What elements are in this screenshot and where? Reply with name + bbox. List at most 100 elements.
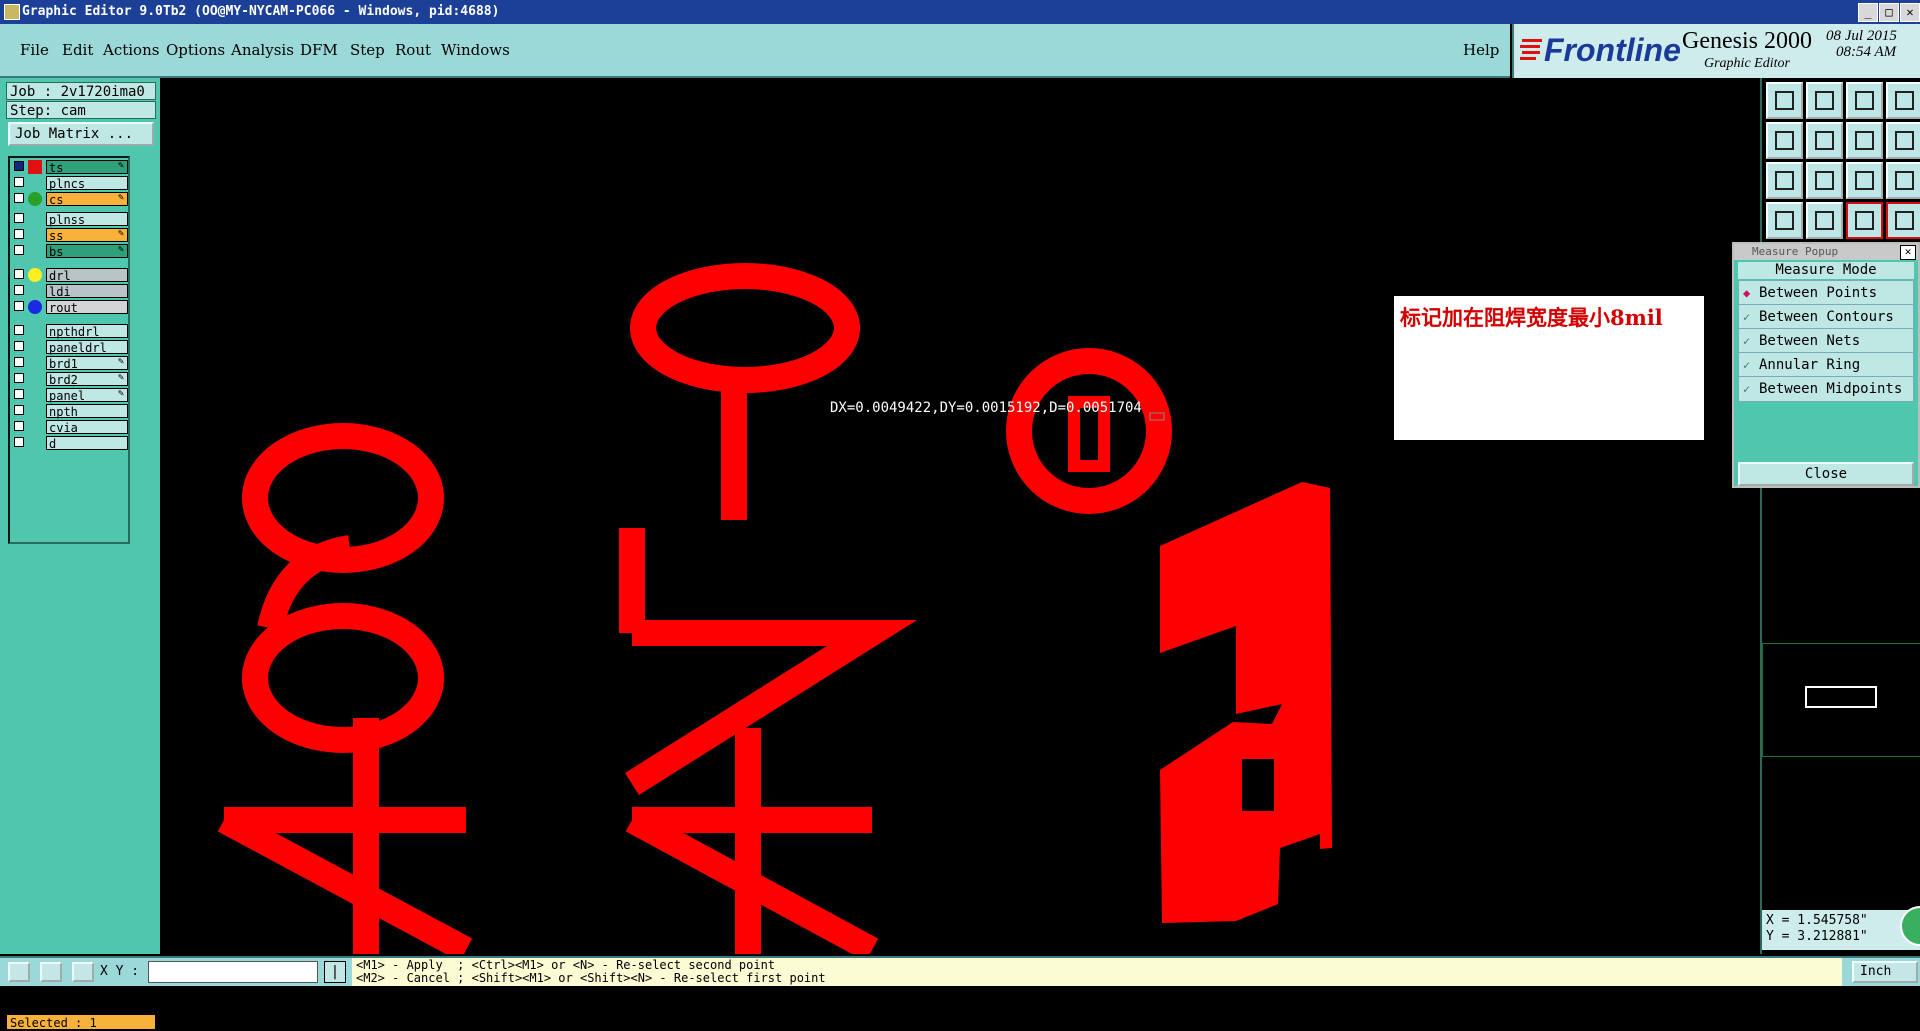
layer-row-plnss[interactable]: plnss (12, 212, 128, 227)
layer-name[interactable]: rout (46, 300, 128, 315)
layer-name[interactable]: ldi (46, 284, 128, 299)
popup-close-button[interactable]: Close (1738, 462, 1914, 486)
home-icon[interactable] (1846, 82, 1883, 119)
menu-step[interactable]: Step (350, 41, 385, 59)
layer-row-ts[interactable]: ts ✎ (12, 160, 128, 175)
layer-name[interactable]: bs (46, 244, 128, 259)
layer-checkbox[interactable] (14, 229, 24, 239)
layer-row-ldi[interactable]: ldi (12, 284, 128, 299)
layer-checkbox[interactable] (14, 357, 24, 367)
layer-name[interactable]: plncs (46, 176, 128, 191)
layer-checkbox[interactable] (14, 389, 24, 399)
job-matrix-button[interactable]: Job Matrix ... (8, 122, 154, 146)
measure-option-between-midpoints[interactable]: ✓ Between Midpoints (1738, 376, 1914, 402)
layers-red-icon[interactable] (1846, 202, 1883, 239)
sort-icon[interactable] (1886, 122, 1920, 159)
layer-name[interactable]: brd1 (46, 356, 128, 371)
graphic-canvas[interactable]: DX=0.0049422,DY=0.0015192,D=0.0051704 标记… (160, 78, 1760, 954)
menu-edit[interactable]: Edit (62, 41, 93, 59)
align-right-icon[interactable] (1806, 122, 1843, 159)
layer-row-plncs[interactable]: plncs (12, 176, 128, 191)
menu-options[interactable]: Options (166, 41, 225, 59)
layer-name[interactable]: npthdrl (46, 324, 128, 339)
layer-name[interactable]: ss (46, 228, 128, 243)
fit-icon[interactable] (1766, 162, 1803, 199)
layer-row-cvia[interactable]: cvia (12, 420, 128, 435)
layer-row-brd2[interactable]: brd2 ✎ (12, 372, 128, 387)
measure-option-between-nets[interactable]: ✓ Between Nets (1738, 328, 1914, 354)
measure-popup: Measure Popup ✕ Measure Mode ◆ Between Po… (1732, 242, 1920, 488)
layer-row-d[interactable]: d (12, 436, 128, 451)
app-icon[interactable] (4, 4, 20, 20)
layer-row-bs[interactable]: bs ✎ (12, 244, 128, 259)
layer-name[interactable]: drl (46, 268, 128, 283)
xy-input[interactable] (148, 961, 318, 983)
measure-popup-title[interactable]: Measure Popup (1734, 244, 1918, 260)
info-icon[interactable]: | (324, 961, 346, 983)
snap-red-icon[interactable] (1886, 202, 1920, 239)
layer-name[interactable]: panel (46, 388, 128, 403)
layer-row-npthdrl[interactable]: npthdrl (12, 324, 128, 339)
layer-checkbox[interactable] (14, 193, 24, 203)
layer-row-rout[interactable]: rout (12, 300, 128, 315)
measure-option-between-contours[interactable]: ✓ Between Contours (1738, 304, 1914, 330)
layer-checkbox[interactable] (14, 437, 24, 447)
layer-checkbox[interactable] (14, 285, 24, 295)
layer-checkbox[interactable] (14, 213, 24, 223)
view-bottom-icon[interactable] (1806, 82, 1843, 119)
layer-name[interactable]: paneldrl (46, 340, 128, 355)
layer-name[interactable]: ts (46, 160, 128, 175)
grid-icon[interactable] (72, 962, 94, 982)
menu-dfm[interactable]: DFM (300, 41, 338, 59)
ratio-icon[interactable] (1846, 162, 1883, 199)
view-top-icon[interactable] (1766, 82, 1803, 119)
layer-name[interactable]: brd2 (46, 372, 128, 387)
mirror-icon[interactable] (1846, 122, 1883, 159)
layer-checkbox[interactable] (14, 405, 24, 415)
layer-row-drl[interactable]: drl (12, 268, 128, 283)
layer-name[interactable]: cvia (46, 420, 128, 435)
layer-name[interactable]: d (46, 436, 128, 451)
unit-select[interactable]: Inch (1852, 961, 1918, 983)
measure-option-between-points[interactable]: ◆ Between Points (1738, 280, 1914, 306)
menu-rout[interactable]: Rout (395, 41, 431, 59)
stamp-icon[interactable] (1766, 202, 1803, 239)
measure-option-annular-ring[interactable]: ✓ Annular Ring (1738, 352, 1914, 378)
menu-windows[interactable]: Windows (441, 41, 510, 59)
layer-row-ss[interactable]: ss ✎ (12, 228, 128, 243)
layer-checkbox[interactable] (14, 245, 24, 255)
layer-checkbox[interactable] (14, 421, 24, 431)
layer-row-brd1[interactable]: brd1 ✎ (12, 356, 128, 371)
minimize-button[interactable]: _ (1858, 3, 1878, 22)
layer-checkbox[interactable] (14, 301, 24, 311)
menu-actions[interactable]: Actions (103, 41, 159, 59)
layer-row-paneldrl[interactable]: paneldrl (12, 340, 128, 355)
overview-viewport[interactable] (1805, 686, 1877, 708)
close-window-button[interactable]: ✕ (1900, 3, 1920, 22)
layer-checkbox[interactable] (14, 373, 24, 383)
split-view-icon[interactable] (1886, 82, 1920, 119)
layer-name[interactable]: cs (46, 192, 128, 207)
layer-checkbox[interactable] (14, 269, 24, 279)
layer-checkbox[interactable] (14, 325, 24, 335)
layer-row-cs[interactable]: cs ✎ (12, 192, 128, 207)
popup-close-icon[interactable]: ✕ (1900, 245, 1916, 260)
net-icon[interactable] (1806, 202, 1843, 239)
overview-map[interactable] (1762, 643, 1920, 757)
layer-name[interactable]: npth (46, 404, 128, 419)
menu-help[interactable]: Help (1463, 41, 1499, 59)
layer-row-npth[interactable]: npth (12, 404, 128, 419)
zoom-area-icon[interactable] (8, 962, 30, 982)
pan-icon[interactable] (40, 962, 62, 982)
menu-file[interactable]: File (20, 41, 49, 59)
layer-checkbox[interactable] (14, 161, 24, 171)
layer-checkbox[interactable] (14, 177, 24, 187)
menu-analysis[interactable]: Analysis (231, 41, 294, 59)
maximize-button[interactable]: □ (1879, 3, 1899, 22)
align-left-icon[interactable] (1766, 122, 1803, 159)
layer-name[interactable]: plnss (46, 212, 128, 227)
help-icon[interactable] (1886, 162, 1920, 199)
layer-checkbox[interactable] (14, 341, 24, 351)
center-icon[interactable] (1806, 162, 1843, 199)
layer-row-panel[interactable]: panel ✎ (12, 388, 128, 403)
